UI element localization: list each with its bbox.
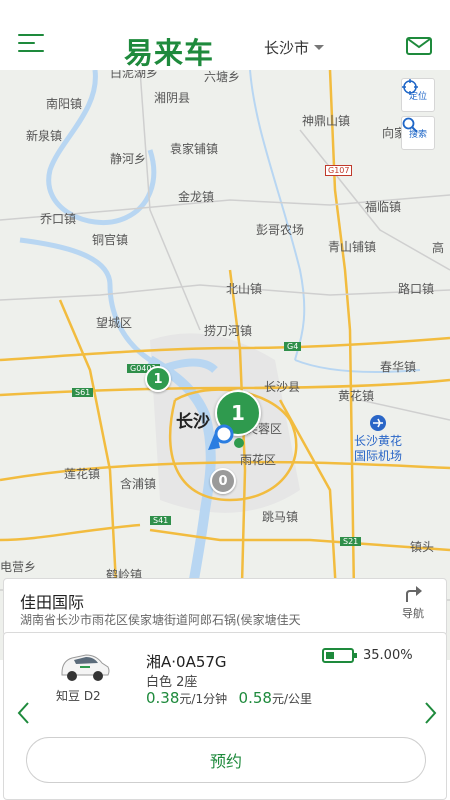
map-label: 黄花镇 (338, 389, 375, 403)
price-row: 0.38元/1分钟 0.58元/公里 (146, 689, 312, 707)
map-label: 湘阴县 (154, 91, 191, 105)
car-image (56, 649, 112, 685)
price-per-km: 0.58 (238, 689, 272, 707)
map-label: 袁家铺镇 (170, 142, 219, 156)
city-selector[interactable]: 长沙市 (264, 37, 325, 58)
map-label: 静河乡 (110, 152, 147, 166)
highway-shield: S21 (340, 537, 362, 546)
locate-button[interactable]: 定位 (401, 78, 435, 112)
chevron-left-icon (17, 702, 29, 724)
location-address: 湖南省长沙市雨花区侯家塘街道阿郎石锅(侯家塘佳天 (20, 613, 301, 627)
caret-down-icon (314, 45, 325, 50)
current-location-icon (206, 424, 246, 454)
navigate-arrow-icon (406, 586, 422, 602)
battery-percent: 35.00% (363, 648, 413, 663)
map-label: 南阳镇 (46, 97, 83, 111)
map-label-airport: 国际机场 (354, 449, 403, 463)
battery-icon (322, 648, 357, 663)
map-label: 金龙镇 (178, 190, 215, 204)
map-label: 铜官镇 (92, 233, 129, 247)
map-label: 青山铺镇 (328, 240, 377, 254)
app-logo: 易来车 (124, 36, 215, 70)
map-label: 电营乡 (0, 560, 37, 574)
map-label-city: 长沙 (176, 412, 210, 432)
airport-icon (370, 415, 386, 431)
price-per-minute: 0.38 (146, 689, 180, 707)
battery-fill (326, 652, 335, 659)
car-pin-empty[interactable]: 0 (210, 468, 236, 494)
map-label: 春华镇 (380, 360, 417, 374)
map-label: 莲花镇 (64, 467, 101, 481)
next-car-button[interactable] (420, 699, 440, 727)
map-label: 六塘乡 (204, 70, 241, 84)
map-label: 望城区 (96, 316, 133, 330)
map-label: 新泉镇 (26, 129, 63, 143)
map-label: 福临镇 (365, 200, 402, 214)
map-label: 彭哥农场 (256, 223, 305, 237)
car-spec: 白色 2座 (146, 675, 198, 690)
map-label: 高 (432, 241, 445, 255)
chevron-right-icon (425, 702, 437, 724)
battery-tip (354, 653, 357, 658)
location-name: 佳田国际 (20, 593, 85, 612)
car-card: 知豆 D2 湘A·0A57G 白色 2座 0.38元/1分钟 0.58元/公里 … (3, 632, 447, 800)
map-label: 神鼎山镇 (302, 114, 351, 128)
map-label: 跳马镇 (262, 510, 299, 524)
car-model: 知豆 D2 (56, 689, 101, 703)
app-header: 易来车 长沙市 (0, 0, 450, 70)
map-label: 乔口镇 (40, 212, 77, 226)
prev-car-button[interactable] (14, 699, 34, 727)
city-name: 长沙市 (264, 39, 310, 57)
highway-shield: G4 (284, 342, 302, 351)
map-label: 北山镇 (226, 282, 263, 296)
search-icon (402, 117, 418, 133)
navigate-label: 导航 (402, 607, 424, 620)
price-per-minute-unit: 元/1分钟 (179, 692, 228, 706)
navigate-button[interactable]: 导航 (389, 585, 437, 631)
map-label: 长沙县 (264, 380, 301, 394)
map-label: 镇头 (410, 540, 435, 554)
map-search-button[interactable]: 搜索 (401, 116, 435, 150)
menu-icon[interactable] (18, 34, 44, 54)
map-label: 路口镇 (398, 282, 435, 296)
crosshair-icon (402, 79, 418, 95)
location-card[interactable]: 佳田国际 湖南省长沙市雨花区侯家塘街道阿郎石锅(侯家塘佳天 导航 (3, 578, 447, 636)
car-plate: 湘A·0A57G (146, 653, 227, 671)
map-label: 捞刀河镇 (204, 324, 253, 338)
map-label: 白泥湖乡 (110, 70, 159, 80)
highway-shield: S61 (72, 388, 94, 397)
reserve-button[interactable]: 预约 (26, 737, 426, 783)
highway-shield: G107 (325, 165, 353, 176)
map-label: 含浦镇 (120, 477, 157, 491)
price-per-km-unit: 元/公里 (271, 692, 312, 706)
car-pin[interactable]: 1 (145, 366, 171, 392)
mail-icon[interactable] (406, 37, 432, 55)
map-view[interactable]: 白泥湖乡 六塘乡 南阳镇 湘阴县 神鼎山镇 向家 新泉镇 静河乡 袁家铺镇 金龙… (0, 70, 450, 660)
highway-shield: S41 (150, 516, 172, 525)
